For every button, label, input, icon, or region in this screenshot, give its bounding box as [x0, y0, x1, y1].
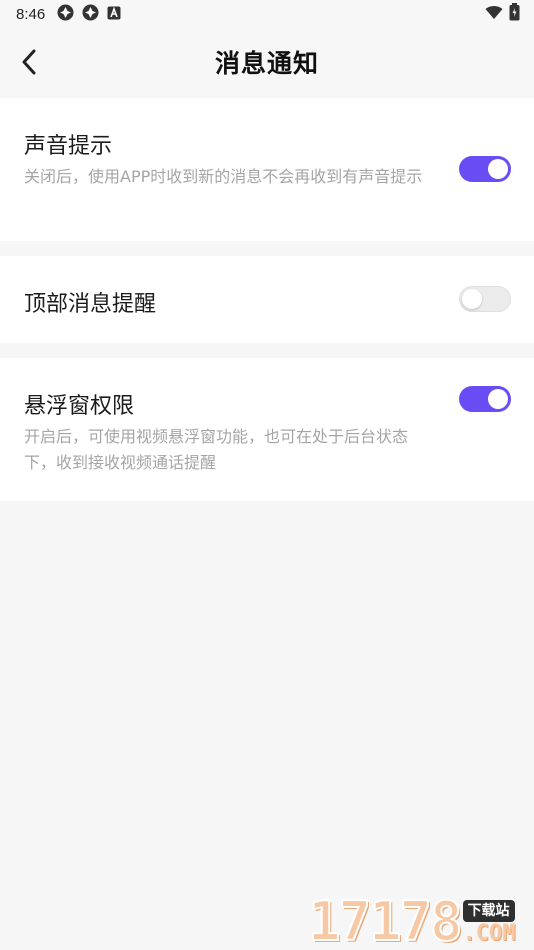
site-watermark: 17178 下载站 .COM — [307, 890, 534, 950]
status-left-icons — [57, 4, 121, 25]
setting-floating-window-title: 悬浮窗权限 — [24, 394, 135, 419]
toggle-knob — [488, 389, 508, 409]
watermark-digits: 17178 — [307, 890, 464, 950]
top-banner-toggle[interactable] — [459, 286, 511, 312]
status-bar: 8:46 — [0, 0, 534, 28]
back-button[interactable] — [14, 46, 44, 78]
floating-window-toggle[interactable] — [459, 386, 511, 412]
navigation-bar: 消息通知 — [0, 28, 534, 96]
watermark-right: 下载站 .COM — [462, 900, 516, 946]
app-notification-icon — [57, 4, 74, 25]
setting-sound-title: 声音提示 — [24, 134, 113, 159]
setting-floating-window-description: 开启后，可使用视频悬浮窗功能，也可在处于后台状态下，收到接收视频通话提醒 — [24, 427, 409, 472]
battery-icon — [509, 3, 520, 25]
setting-top-banner: 顶部消息提醒 — [0, 256, 534, 343]
watermark-domain: .COM — [462, 921, 516, 946]
page-title: 消息通知 — [214, 49, 319, 78]
setting-floating-window: 悬浮窗权限 开启后，可使用视频悬浮窗功能，也可在处于后台状态下，收到接收视频通话… — [0, 358, 534, 501]
keyboard-a-icon — [107, 5, 121, 24]
watermark-badge: 下载站 — [462, 900, 515, 922]
status-right-icons — [485, 3, 520, 25]
sound-toggle[interactable] — [459, 156, 511, 182]
back-arrow-icon — [22, 49, 36, 75]
app-notification-icon — [82, 4, 99, 25]
setting-top-banner-title: 顶部消息提醒 — [24, 292, 157, 317]
setting-sound: 声音提示 关闭后，使用APP时收到新的消息不会再收到有声音提示 — [0, 98, 534, 241]
toggle-knob — [462, 289, 482, 309]
toggle-knob — [488, 159, 508, 179]
status-time: 8:46 — [16, 5, 46, 23]
wifi-icon — [485, 5, 503, 24]
setting-sound-description: 关闭后，使用APP时收到新的消息不会再收到有声音提示 — [24, 167, 423, 186]
